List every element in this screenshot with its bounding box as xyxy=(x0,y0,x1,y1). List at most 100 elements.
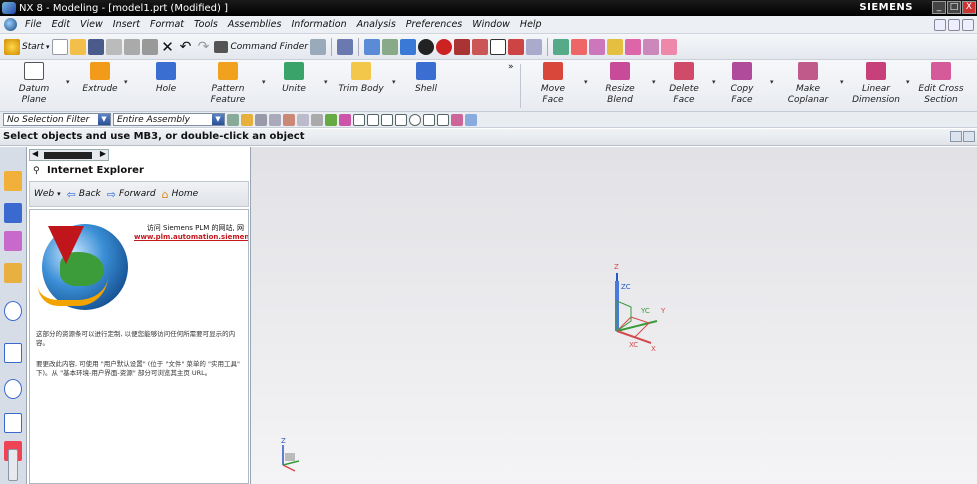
dropdown-caret-icon[interactable]: ▾ xyxy=(840,78,844,86)
orient-view-icon[interactable] xyxy=(399,38,416,55)
render-style-icon[interactable] xyxy=(381,38,398,55)
home-button[interactable]: ⌂ Home xyxy=(162,188,199,201)
menu-preferences[interactable]: Preferences xyxy=(401,19,467,30)
scope-combo[interactable]: Entire Assembly ▼ xyxy=(113,113,225,126)
datum-csys[interactable]: Z ZC YC Y XC X xyxy=(601,261,681,364)
edges-icon[interactable] xyxy=(435,38,452,55)
layer-settings-icon[interactable] xyxy=(552,38,569,55)
resource-scroll[interactable] xyxy=(8,449,18,481)
system-materials-tab[interactable] xyxy=(4,413,22,433)
section-icon[interactable] xyxy=(471,38,488,55)
history-tab[interactable] xyxy=(4,343,22,363)
scroll-right-icon[interactable]: ▶ xyxy=(100,149,106,158)
delete-face-button[interactable]: Delete Face xyxy=(660,62,708,106)
menu-view[interactable]: View xyxy=(75,19,108,30)
select-faces-icon[interactable] xyxy=(283,113,295,126)
snap-on-curve-icon[interactable] xyxy=(437,113,449,126)
menu-edit[interactable]: Edit xyxy=(47,19,75,30)
save-icon[interactable] xyxy=(87,38,104,55)
shaded-icon[interactable] xyxy=(417,38,434,55)
close-button[interactable]: X xyxy=(962,1,976,14)
dropdown-caret-icon[interactable]: ▾ xyxy=(324,78,328,86)
color-icon[interactable] xyxy=(642,38,659,55)
datum-plane-button[interactable]: Datum Plane xyxy=(6,62,62,106)
doc-minimize-icon[interactable] xyxy=(934,18,946,31)
copy-face-button[interactable]: Copy Face xyxy=(720,62,764,106)
menu-file[interactable]: File xyxy=(20,19,47,30)
background-icon[interactable] xyxy=(489,38,506,55)
paste-icon[interactable] xyxy=(141,38,158,55)
start-menu-button[interactable]: Start xyxy=(22,42,44,52)
assembly-navigator-tab[interactable] xyxy=(4,171,22,191)
snap-bounded-icon[interactable] xyxy=(465,113,477,126)
menu-assemblies[interactable]: Assemblies xyxy=(223,19,287,30)
dropdown-caret-icon[interactable]: ▾ xyxy=(262,78,266,86)
status-display-icon[interactable] xyxy=(950,131,962,142)
snap-quadrant-icon[interactable] xyxy=(409,113,421,126)
linear-dimension-button[interactable]: Linear Dimension xyxy=(852,62,900,106)
part-navigator-tab[interactable] xyxy=(4,231,22,251)
show-hide-icon[interactable] xyxy=(606,38,623,55)
layer-icon[interactable] xyxy=(660,38,677,55)
copy-icon[interactable] xyxy=(123,38,140,55)
toolbar-overflow-icon[interactable]: » xyxy=(508,62,514,72)
snap-point-icon[interactable] xyxy=(325,113,337,126)
wcs-icon[interactable] xyxy=(570,38,587,55)
siemens-link[interactable]: www.plm.automation.siemen xyxy=(134,233,248,242)
dropdown-caret-icon[interactable]: ▾ xyxy=(712,78,716,86)
resize-blend-button[interactable]: Resize Blend xyxy=(594,62,646,106)
menu-format[interactable]: Format xyxy=(145,19,189,30)
dropdown-caret-icon[interactable]: ▾ xyxy=(66,78,70,86)
menu-analysis[interactable]: Analysis xyxy=(352,19,401,30)
scroll-left-icon[interactable]: ◀ xyxy=(32,149,38,158)
select-features-icon[interactable] xyxy=(255,113,267,126)
dropdown-caret-icon[interactable]: ▾ xyxy=(770,78,774,86)
selection-icon[interactable] xyxy=(336,38,353,55)
pattern-feature-button[interactable]: Pattern Feature xyxy=(206,62,250,106)
doc-close-icon[interactable] xyxy=(962,18,974,31)
undo-icon[interactable]: ↶ xyxy=(178,39,194,55)
box-select-icon[interactable] xyxy=(311,113,323,126)
fit-view-icon[interactable] xyxy=(363,38,380,55)
feature-icon[interactable] xyxy=(525,38,542,55)
menu-help[interactable]: Help xyxy=(515,19,547,30)
scroll-thumb[interactable] xyxy=(44,152,92,159)
command-finder[interactable]: Command Finder xyxy=(213,40,308,53)
select-components-icon[interactable] xyxy=(269,113,281,126)
extrude-button[interactable]: Extrude xyxy=(80,62,120,95)
shell-button[interactable]: Shell xyxy=(410,62,442,95)
dropdown-caret-icon[interactable]: ▾ xyxy=(652,78,656,86)
clock-icon[interactable] xyxy=(4,379,22,399)
touch-mode-icon[interactable] xyxy=(309,38,326,55)
snap-intersect-icon[interactable] xyxy=(381,113,393,126)
general-selection-icon[interactable] xyxy=(241,113,253,126)
menu-insert[interactable]: Insert xyxy=(108,19,145,30)
face-analysis-icon[interactable] xyxy=(453,38,470,55)
snap-on-face-icon[interactable] xyxy=(451,113,463,126)
forward-button[interactable]: ⇨ Forward xyxy=(107,188,156,201)
restore-button[interactable]: □ xyxy=(947,1,961,14)
dropdown-caret-icon[interactable]: ▾ xyxy=(124,78,128,86)
snap-end-icon[interactable] xyxy=(339,113,351,126)
snap-control-icon[interactable] xyxy=(367,113,379,126)
minimize-button[interactable]: _ xyxy=(932,1,946,14)
menu-information[interactable]: Information xyxy=(286,19,351,30)
new-file-icon[interactable] xyxy=(51,38,68,55)
menu-tools[interactable]: Tools xyxy=(189,19,223,30)
filter-icon[interactable] xyxy=(227,113,239,126)
pin-icon[interactable]: ⚲ xyxy=(33,166,40,176)
dropdown-caret-icon[interactable]: ▾ xyxy=(584,78,588,86)
snap-center-icon[interactable] xyxy=(395,113,407,126)
reuse-library-tab[interactable] xyxy=(4,263,22,283)
snap-existing-icon[interactable] xyxy=(423,113,435,126)
move-face-button[interactable]: Move Face xyxy=(530,62,576,106)
redo-icon[interactable]: ↷ xyxy=(196,39,212,55)
back-button[interactable]: ⇦ Back xyxy=(67,188,101,201)
constraint-navigator-tab[interactable] xyxy=(4,203,22,223)
delete-icon[interactable]: ✕ xyxy=(160,39,176,55)
edit-cross-section-button[interactable]: Edit Cross Section xyxy=(916,62,966,106)
graphics-window[interactable]: Z ZC YC Y XC X Z xyxy=(251,147,977,484)
cut-icon[interactable] xyxy=(105,38,122,55)
make-coplanar-button[interactable]: Make Coplanar xyxy=(786,62,830,106)
panel-horizontal-scroll[interactable]: ◀ ▶ xyxy=(29,149,109,161)
